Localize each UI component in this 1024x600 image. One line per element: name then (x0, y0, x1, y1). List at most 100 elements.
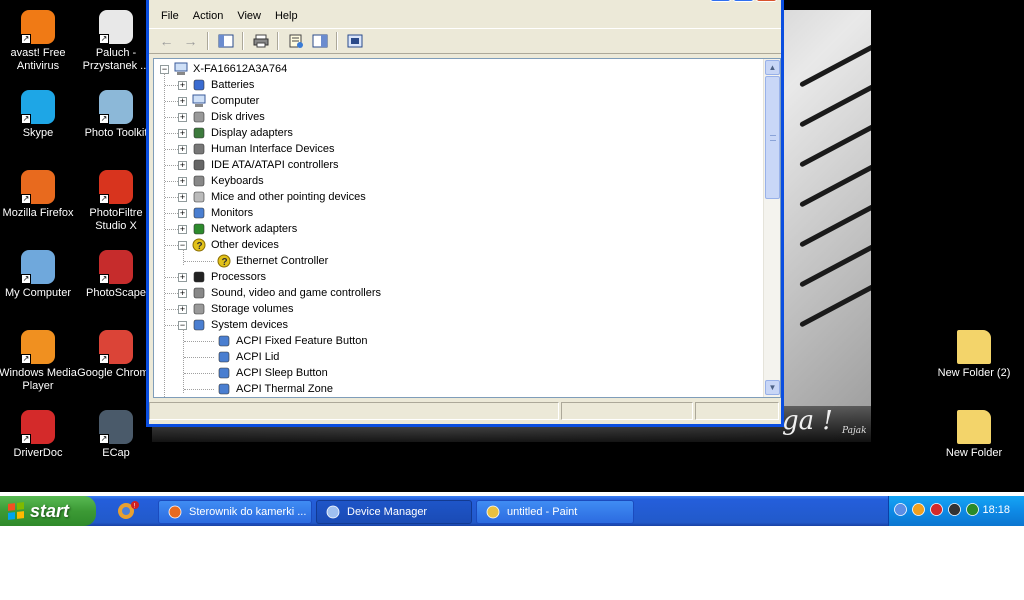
desktop-icon[interactable]: New Folder (934, 410, 1014, 460)
properties-button[interactable] (284, 30, 307, 52)
tree-node-category[interactable]: + Human Interface Devices (178, 141, 335, 157)
desktop-icon-label: Photo Toolkit (84, 127, 148, 139)
tree-node-device[interactable]: ACPI Thermal Zone (216, 381, 333, 397)
tree-node-device[interactable]: ? Ethernet Controller (216, 253, 328, 269)
task-button[interactable]: Device Manager (316, 500, 472, 524)
computer-icon (191, 94, 207, 108)
tree-node-label: Mice and other pointing devices (211, 191, 366, 203)
expand-icon[interactable]: + (178, 80, 187, 90)
tree-node-category[interactable]: + Network adapters (178, 221, 297, 237)
tree-node-root[interactable]: − X-FA16612A3A764 (160, 61, 287, 77)
storage-volume-icon (191, 302, 207, 316)
menu-action[interactable]: Action (187, 8, 230, 24)
chevron-down-icon: ▼ (768, 383, 777, 392)
device-tree[interactable]: − X-FA16612A3A764 + Batteries + Computer + Disk… (153, 58, 781, 398)
task-button[interactable]: Sterownik do kamerki ... (158, 500, 312, 524)
tree-connector (184, 373, 214, 374)
desktop-icon[interactable]: New Folder (2) (934, 330, 1014, 380)
system-device-icon (191, 318, 207, 332)
firefox-icon: ↗ (21, 170, 55, 204)
expand-icon[interactable]: + (178, 224, 187, 234)
quick-launch-app-icon[interactable]: ! (104, 500, 148, 522)
tree-node-category[interactable]: + Storage volumes (178, 301, 294, 317)
tree-node-category[interactable]: + Display adapters (178, 125, 293, 141)
desktop-icon[interactable]: ↗ avast! Free Antivirus (0, 10, 78, 73)
menu-view[interactable]: View (231, 8, 267, 24)
tree-node-category[interactable]: + Sound, video and game controllers (178, 285, 381, 301)
tree-node-category[interactable]: −? Other devices (178, 237, 279, 253)
forward-button[interactable]: → (179, 30, 202, 52)
scan-hardware-button[interactable] (343, 30, 366, 52)
tree-connector (165, 117, 178, 118)
tree-node-category[interactable]: + Mice and other pointing devices (178, 189, 366, 205)
tree-node-category[interactable]: + Keyboards (178, 173, 264, 189)
tree-node-label: Ethernet Controller (236, 255, 329, 267)
tree-node-category[interactable]: + IDE ATA/ATAPI controllers (178, 157, 339, 173)
desktop-icon-label: Google Chrome (77, 367, 155, 379)
expand-icon[interactable]: + (178, 160, 187, 170)
tree-node-label: System devices (211, 319, 289, 331)
back-button[interactable]: ← (155, 30, 178, 52)
start-button[interactable]: start (0, 496, 96, 526)
desktop-icon-label: Skype (22, 127, 54, 139)
tray-clock[interactable]: 18:18 (982, 504, 1010, 516)
desktop-icon[interactable]: ↗ Photo Toolkit (76, 90, 156, 140)
expand-icon[interactable]: + (178, 128, 187, 138)
desktop-icon[interactable]: ↗ Google Chrome (76, 330, 156, 380)
expand-icon[interactable]: + (178, 176, 187, 186)
scroll-thumb[interactable] (765, 76, 780, 199)
expand-icon[interactable]: + (178, 112, 187, 122)
menu-help[interactable]: Help (269, 8, 304, 24)
show-hidden-icons-icon[interactable] (893, 502, 908, 520)
desktop-icon[interactable]: ↗ PhotoScape (76, 250, 156, 300)
expand-icon[interactable]: + (178, 272, 187, 282)
maximize-button[interactable] (733, 0, 754, 2)
scroll-up-button[interactable]: ▲ (765, 60, 780, 75)
desktop-icon[interactable]: ↗ Mozilla Firefox (0, 170, 78, 220)
expand-icon[interactable]: + (178, 208, 187, 218)
desktop-icon-label: ECap (102, 447, 130, 459)
minimize-button[interactable] (710, 0, 731, 2)
taskbar: start ! Sterownik do kamerki ... Device M… (0, 496, 1024, 526)
device-manager-window[interactable]: File Action View Help ← → − X-FA16612A3A… (146, 0, 784, 427)
system-tray: 18:18 (888, 496, 1024, 526)
tree-node-category[interactable]: + Processors (178, 269, 266, 285)
expand-icon[interactable]: + (178, 288, 187, 298)
help-button[interactable] (308, 30, 331, 52)
desktop-icon[interactable]: ↗ My Computer (0, 250, 78, 300)
tree-node-category[interactable]: + Monitors (178, 205, 253, 221)
tree-node-category[interactable]: + Disk drives (178, 109, 265, 125)
menu-file[interactable]: File (155, 8, 185, 24)
network-icon[interactable] (947, 502, 962, 520)
desktop-icon[interactable]: ↗ DriverDoc (0, 410, 78, 460)
tree-node-category[interactable]: − System devices (178, 317, 288, 333)
avast-tray-icon[interactable] (911, 502, 926, 520)
tree-connector (165, 165, 178, 166)
expand-icon[interactable]: + (178, 192, 187, 202)
desktop-icon[interactable]: ↗ Windows Media Player (0, 330, 78, 393)
expand-icon[interactable]: + (178, 144, 187, 154)
tree-node-device[interactable]: ACPI Fixed Feature Button (216, 333, 367, 349)
task-button[interactable]: untitled - Paint (476, 500, 634, 524)
security-alert-icon[interactable] (929, 502, 944, 520)
tree-node-category[interactable]: + Batteries (178, 77, 254, 93)
desktop-icon[interactable]: ↗ Skype (0, 90, 78, 140)
expand-icon[interactable]: + (178, 304, 187, 314)
scroll-down-button[interactable]: ▼ (765, 380, 780, 395)
desktop-icon[interactable]: ↗ ECap (76, 410, 156, 460)
status-bar (149, 402, 781, 422)
grip-icon (770, 135, 776, 141)
desktop-icon[interactable]: ↗ Paluch - Przystanek ... (76, 10, 156, 73)
print-button[interactable] (249, 30, 272, 52)
tree-connector (165, 277, 178, 278)
close-button[interactable] (756, 0, 777, 2)
desktop-icon[interactable]: ↗ PhotoFiltre Studio X (76, 170, 156, 233)
vertical-scrollbar[interactable]: ▲ ▼ (763, 59, 780, 397)
desktop-icon-label: PhotoFiltre Studio X (89, 207, 143, 232)
safely-remove-icon[interactable] (965, 502, 980, 520)
tree-node-device[interactable]: ACPI Lid (216, 349, 279, 365)
tree-node-device[interactable]: ACPI Sleep Button (216, 365, 328, 381)
show-hide-tree-button[interactable] (214, 30, 237, 52)
expand-icon[interactable]: + (178, 96, 187, 106)
tree-node-category[interactable]: + Computer (178, 93, 259, 109)
